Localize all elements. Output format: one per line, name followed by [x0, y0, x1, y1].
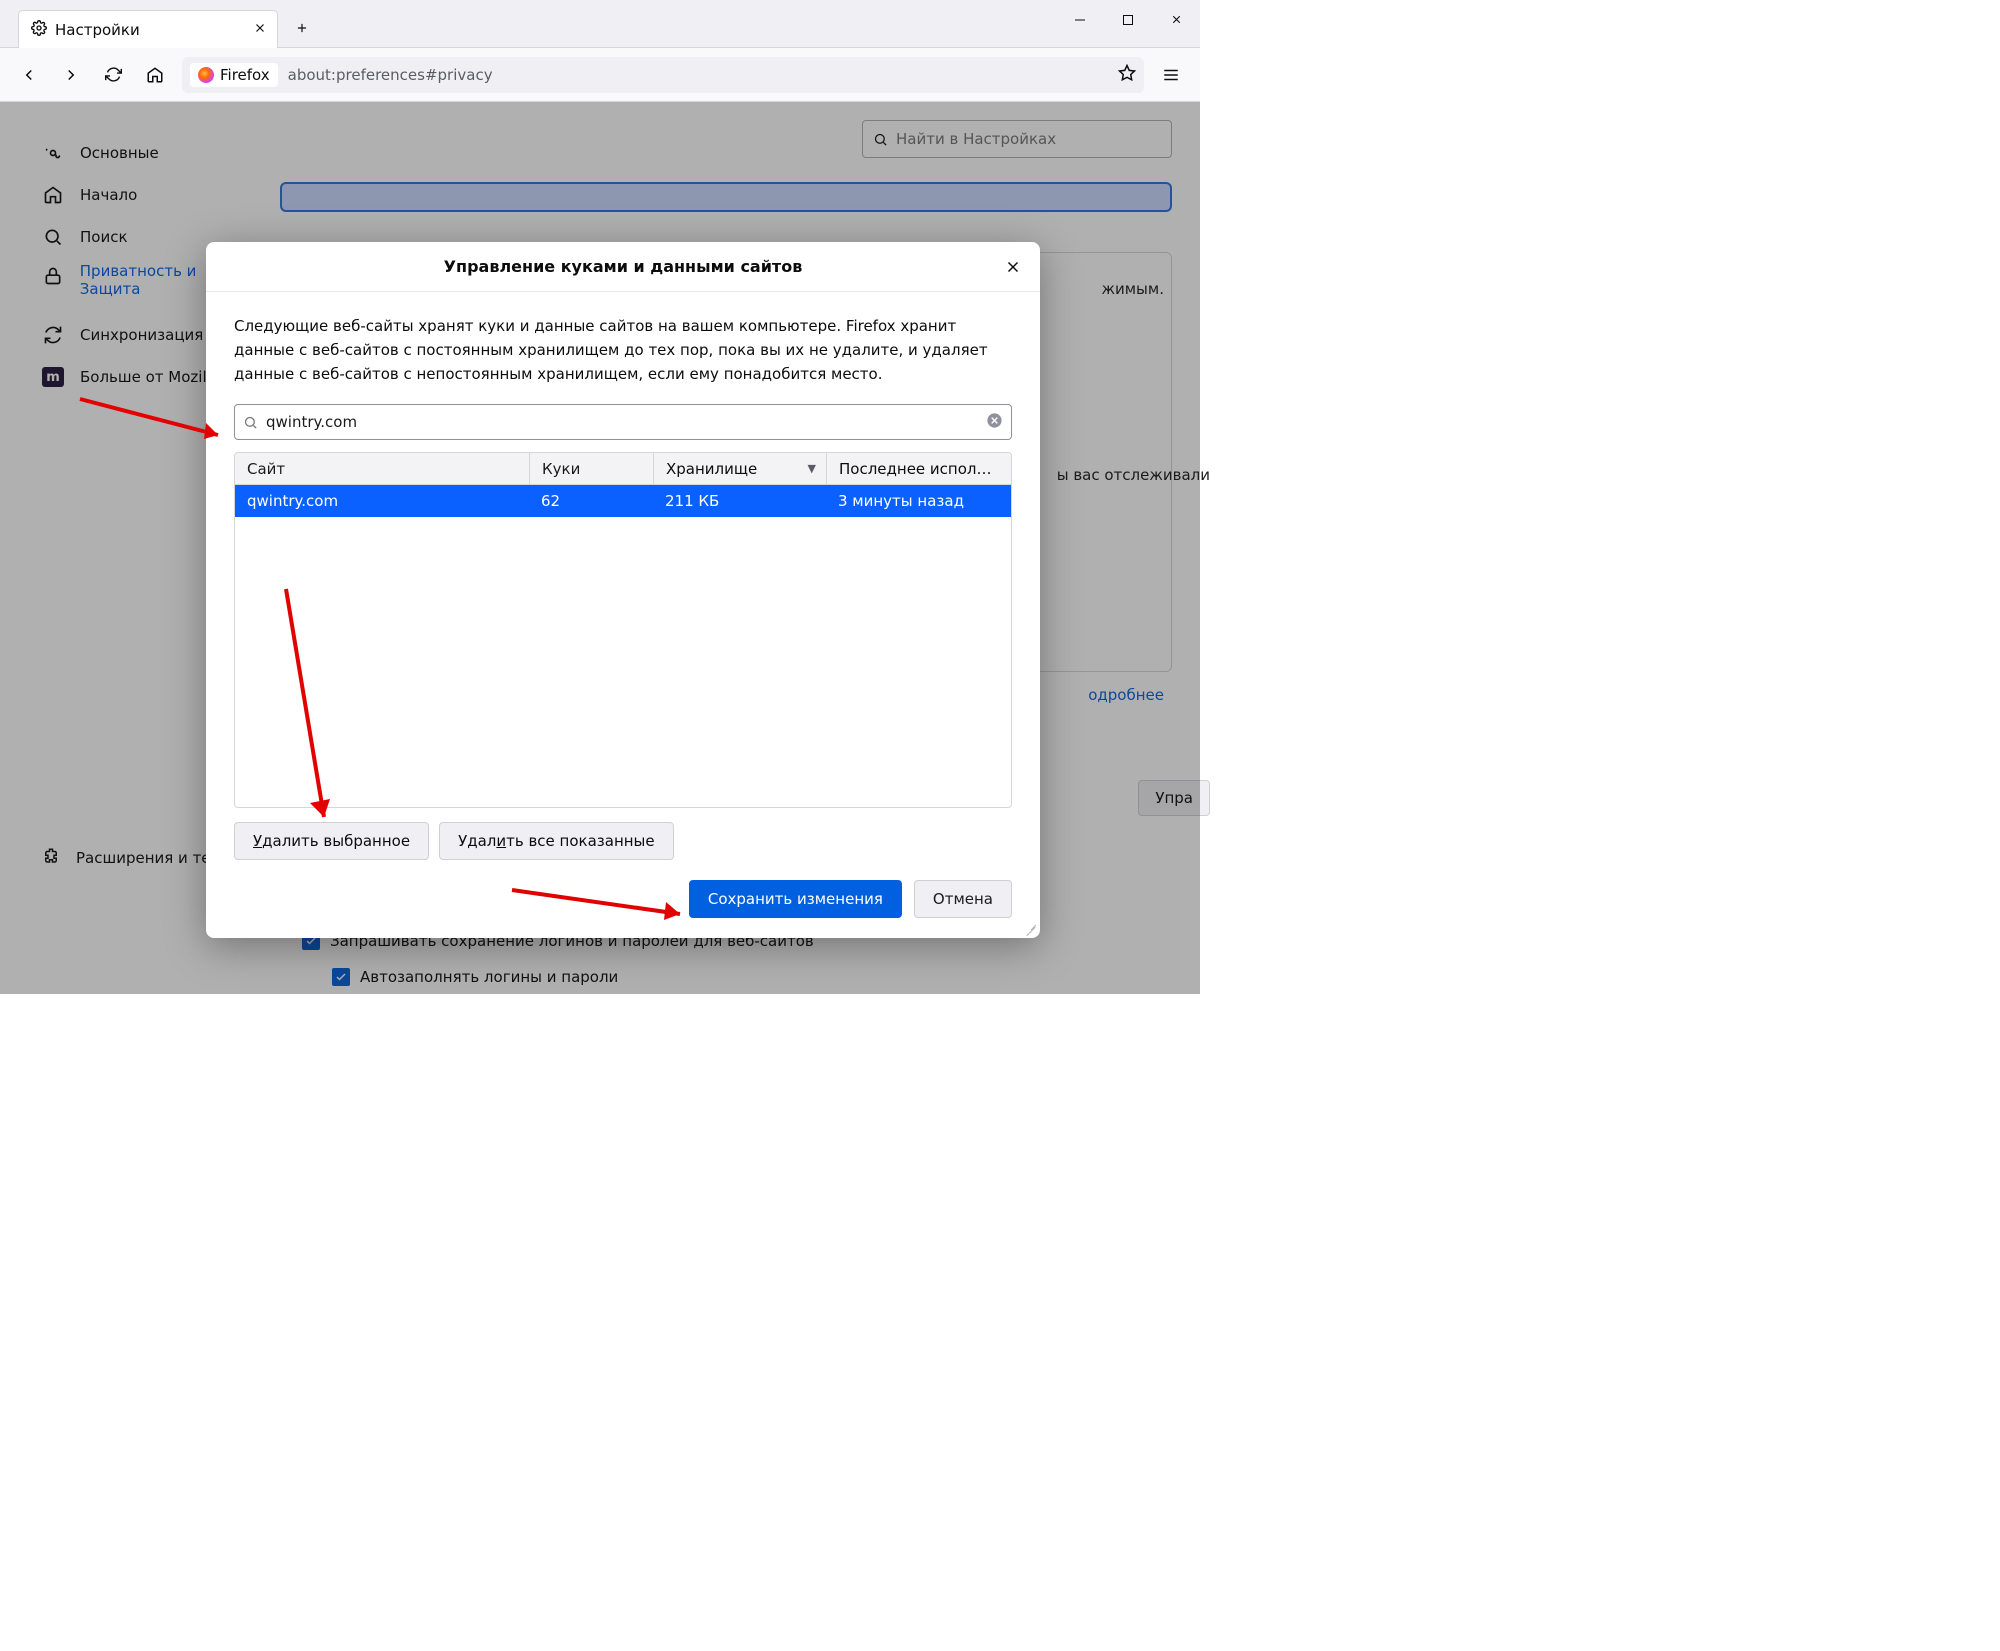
- cell-last-used: 3 минуты назад: [826, 485, 1011, 517]
- dialog-header: Управление куками и данными сайтов: [206, 242, 1040, 292]
- reload-button[interactable]: [98, 60, 128, 90]
- new-tab-button[interactable]: [288, 14, 316, 42]
- identity-badge[interactable]: Firefox: [190, 63, 278, 87]
- cancel-button[interactable]: Отмена: [914, 880, 1012, 918]
- tab-close-icon[interactable]: [253, 21, 267, 39]
- clear-search-icon[interactable]: [986, 412, 1003, 433]
- window-controls: [1056, 0, 1200, 47]
- dialog-close-button[interactable]: [1000, 254, 1026, 280]
- col-storage[interactable]: Хранилище ▼: [653, 453, 826, 484]
- window-minimize[interactable]: [1056, 4, 1104, 36]
- dialog-description: Следующие веб-сайты хранят куки и данные…: [234, 314, 1012, 386]
- bookmark-star-icon[interactable]: [1118, 64, 1136, 86]
- browser-tab[interactable]: Настройки: [18, 10, 278, 48]
- nav-toolbar: Firefox about:preferences#privacy: [0, 48, 1200, 102]
- col-last-used[interactable]: Последнее использование: [826, 453, 1011, 484]
- url-text: about:preferences#privacy: [288, 66, 493, 84]
- search-icon: [243, 415, 258, 430]
- home-button[interactable]: [140, 60, 170, 90]
- firefox-icon: [198, 67, 214, 83]
- save-changes-button[interactable]: Сохранить изменения: [689, 880, 902, 918]
- dialog-title: Управление куками и данными сайтов: [444, 257, 803, 276]
- col-site[interactable]: Сайт: [235, 453, 529, 484]
- table-header: Сайт Куки Хранилище ▼ Последнее использо…: [235, 453, 1011, 485]
- window-close[interactable]: [1152, 4, 1200, 36]
- urlbar[interactable]: Firefox about:preferences#privacy: [182, 57, 1144, 93]
- cookies-dialog: Управление куками и данными сайтов Следу…: [206, 242, 1040, 938]
- resize-handle[interactable]: [1024, 922, 1038, 936]
- back-button[interactable]: [14, 60, 44, 90]
- cell-cookies: 62: [529, 485, 653, 517]
- tab-title: Настройки: [55, 21, 245, 39]
- titlebar: Настройки: [0, 0, 1200, 48]
- window-maximize[interactable]: [1104, 4, 1152, 36]
- sort-indicator-icon: ▼: [808, 462, 816, 475]
- gear-icon: [31, 20, 47, 40]
- table-row[interactable]: qwintry.com 62 211 КБ 3 минуты назад: [235, 485, 1011, 517]
- dialog-search-value: qwintry.com: [266, 413, 978, 431]
- sites-table: Сайт Куки Хранилище ▼ Последнее использо…: [234, 452, 1012, 808]
- col-cookies[interactable]: Куки: [529, 453, 653, 484]
- delete-selected-button[interactable]: Удалить выбранное: [234, 822, 429, 860]
- cell-storage: 211 КБ: [653, 485, 826, 517]
- app-menu-button[interactable]: [1156, 60, 1186, 90]
- identity-label: Firefox: [220, 66, 270, 84]
- cell-site: qwintry.com: [235, 485, 529, 517]
- dialog-search-input[interactable]: qwintry.com: [234, 404, 1012, 440]
- delete-all-button[interactable]: Удалить все показанные: [439, 822, 674, 860]
- forward-button[interactable]: [56, 60, 86, 90]
